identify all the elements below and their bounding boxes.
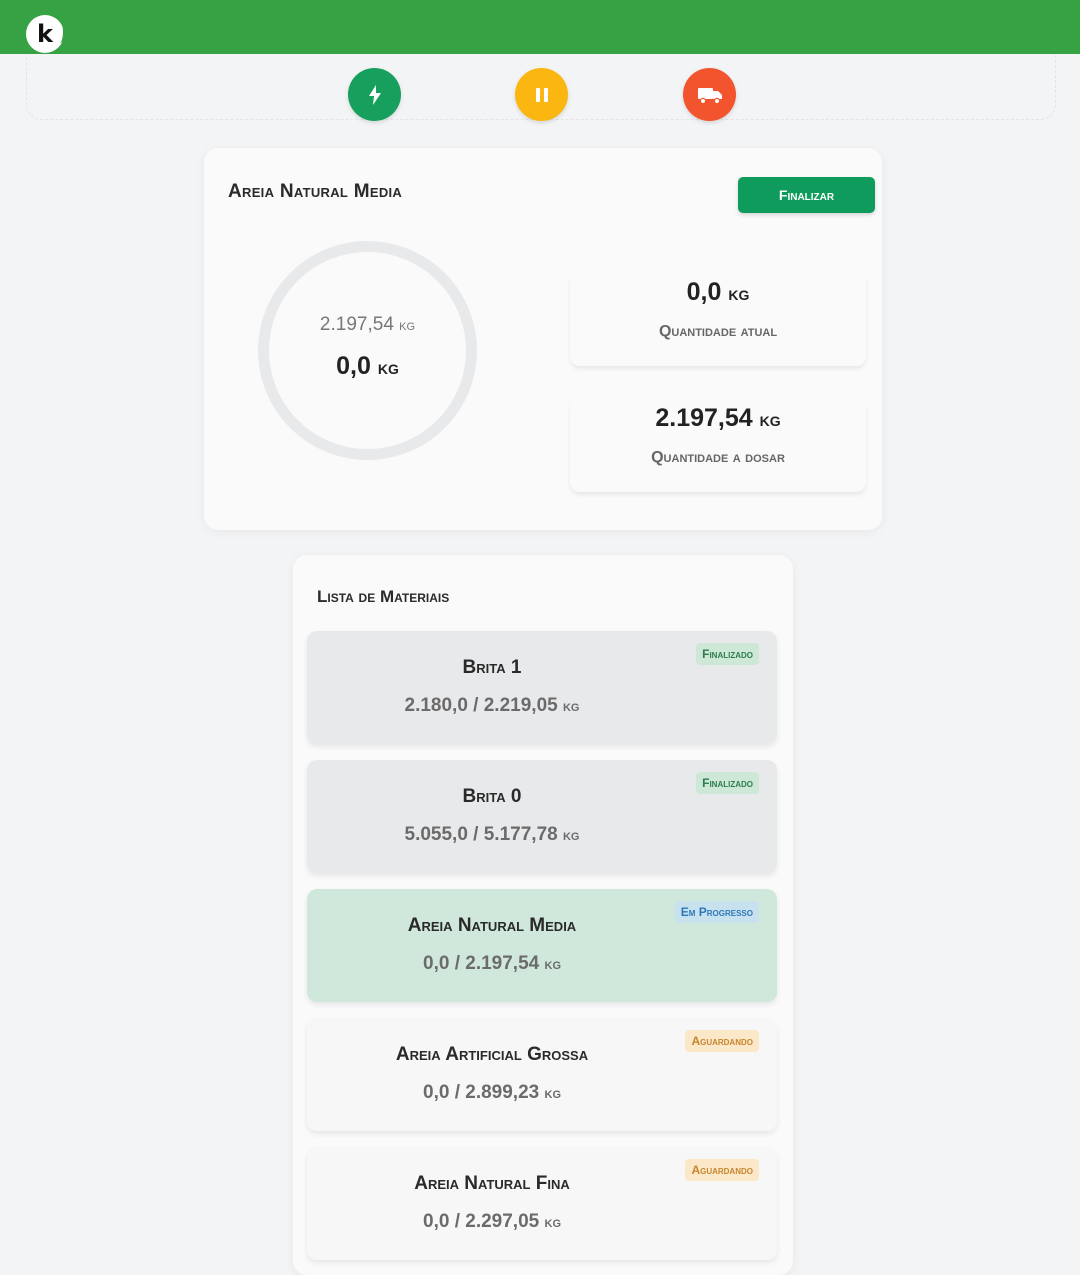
material-quantity-value: 5.055,0 / 5.177,78: [404, 824, 558, 845]
material-quantity-unit: kg: [544, 956, 562, 973]
material-name: Areia Artificial Grossa: [395, 1044, 589, 1065]
top-bar: [0, 0, 1080, 54]
material-quantity-unit: kg: [544, 1085, 562, 1102]
material-item[interactable]: Brita 0 5.055,0 / 5.177,78 kg Finalizado: [307, 760, 777, 873]
status-badge: Finalizado: [696, 643, 759, 665]
material-quantity-unit: kg: [544, 1214, 562, 1231]
material-quantity: 2.180,0 / 2.219,05 kg: [307, 695, 677, 717]
material-quantity: 0,0 / 2.899,23 kg: [307, 1082, 677, 1104]
status-badge: Finalizado: [696, 772, 759, 794]
pause-button[interactable]: [515, 68, 568, 121]
materials-list-card: Lista de Materiais Brita 1 2.180,0 / 2.2…: [293, 555, 793, 1275]
current-quantity-label: Quantidade atual: [658, 323, 778, 340]
current-quantity-unit: kg: [728, 283, 750, 305]
status-badge: Em Progresso: [674, 901, 759, 923]
material-item[interactable]: Areia Natural Media 0,0 / 2.197,54 kg Em…: [307, 889, 777, 1002]
dose-quantity-box: 2.197,54 kg Quantidade a dosar: [570, 398, 866, 492]
material-name: Areia Natural Media: [407, 915, 577, 936]
progress-gauge: [258, 241, 477, 460]
material-quantity-unit: kg: [562, 698, 580, 715]
lightning-icon: [368, 84, 381, 105]
current-quantity-box: 0,0 kg Quantidade atual: [570, 272, 866, 366]
gauge-target: 2.197,54 kg: [257, 314, 478, 336]
dose-quantity-label: Quantidade a dosar: [651, 449, 785, 466]
material-item[interactable]: Areia Artificial Grossa 0,0 / 2.899,23 k…: [307, 1018, 777, 1131]
material-quantity-value: 0,0 / 2.297,05: [423, 1211, 540, 1232]
material-quantity: 0,0 / 2.297,05 kg: [307, 1211, 677, 1233]
dose-quantity-unit: kg: [759, 409, 781, 431]
logo-letter: k: [37, 20, 53, 48]
gauge-target-unit: kg: [399, 317, 416, 334]
gauge-current: 0,0 kg: [257, 352, 478, 381]
gauge-current-unit: kg: [377, 357, 399, 379]
power-button[interactable]: [348, 68, 401, 121]
current-material-title: Areia Natural Media: [228, 181, 403, 202]
material-item[interactable]: Areia Natural Fina 0,0 / 2.297,05 kg Agu…: [307, 1147, 777, 1260]
material-quantity-value: 0,0 / 2.197,54: [423, 953, 540, 974]
material-item[interactable]: Brita 1 2.180,0 / 2.219,05 kg Finalizado: [307, 631, 777, 744]
material-quantity-value: 0,0 / 2.899,23: [423, 1082, 540, 1103]
app-logo[interactable]: k: [26, 15, 66, 53]
current-quantity-value: 0,0 kg: [570, 278, 866, 307]
material-quantity-unit: kg: [562, 827, 580, 844]
material-name: Brita 1: [462, 657, 522, 678]
material-quantity: 5.055,0 / 5.177,78 kg: [307, 824, 677, 846]
material-quantity: 0,0 / 2.197,54 kg: [307, 953, 677, 975]
current-quantity-number: 0,0: [686, 278, 722, 306]
status-badge: Aguardando: [685, 1159, 759, 1181]
gauge-target-value: 2.197,54: [319, 314, 394, 335]
truck-button[interactable]: [683, 68, 736, 121]
material-name: Brita 0: [462, 786, 522, 807]
material-quantity-value: 2.180,0 / 2.219,05: [404, 695, 558, 716]
truck-icon: [697, 87, 722, 104]
gauge-current-value: 0,0: [336, 352, 371, 380]
status-badge: Aguardando: [685, 1030, 759, 1052]
dose-quantity-number: 2.197,54: [655, 404, 753, 432]
dose-quantity-value: 2.197,54 kg: [570, 404, 866, 433]
finalize-button[interactable]: Finalizar: [738, 177, 875, 213]
pause-icon: [535, 87, 548, 102]
current-material-card: Areia Natural Media Finalizar 2.197,54 k…: [204, 148, 882, 530]
material-name: Areia Natural Fina: [414, 1173, 570, 1194]
materials-list-title: Lista de Materiais: [317, 587, 450, 606]
